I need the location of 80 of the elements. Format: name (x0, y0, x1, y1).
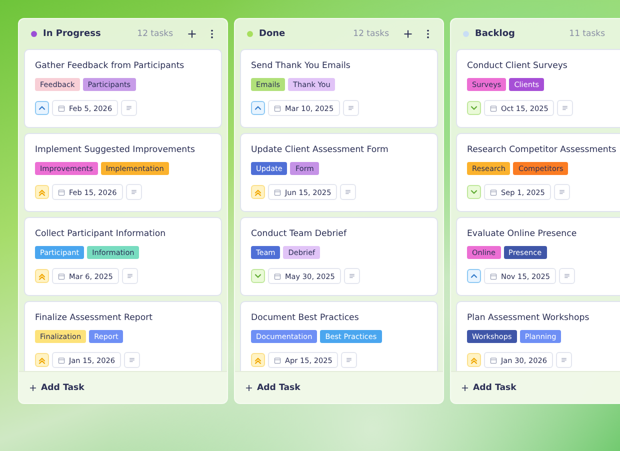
priority-button[interactable] (467, 269, 481, 283)
calendar-icon (58, 356, 65, 364)
description-button[interactable] (340, 184, 356, 200)
description-button[interactable] (559, 268, 576, 284)
description-button[interactable] (557, 100, 574, 116)
task-title: Update Client Assessment Form (251, 144, 390, 156)
task-title: Plan Assessment Workshops (467, 312, 590, 324)
lines-icon (130, 188, 138, 196)
task-title: Conduct Client Surveys (467, 60, 568, 72)
priority-button[interactable] (467, 185, 481, 199)
calendar-icon (274, 188, 281, 196)
description-button[interactable] (126, 184, 142, 200)
task-title: Document Best Practices (251, 312, 360, 324)
calendar-icon (490, 356, 497, 364)
lines-icon (346, 104, 355, 112)
lines-icon (126, 272, 134, 280)
priority-button[interactable] (35, 353, 49, 367)
priority-button[interactable] (251, 353, 265, 367)
priority-button[interactable] (35, 101, 49, 115)
description-button[interactable] (554, 184, 570, 200)
priority-button[interactable] (467, 101, 481, 115)
task-title: Send Thank You Emails (251, 60, 352, 72)
task-title: Implement Suggested Improvements (35, 144, 196, 156)
double-chevron-up-icon (469, 355, 479, 365)
lines-icon (563, 272, 572, 280)
description-button[interactable] (344, 268, 360, 284)
double-chevron-up-icon (37, 355, 47, 365)
task-count: 11 tasks (569, 29, 605, 39)
lines-icon (128, 356, 136, 364)
description-button[interactable] (342, 100, 359, 116)
lines-icon (560, 356, 568, 364)
priority-button[interactable] (251, 185, 265, 199)
double-chevron-up-icon (37, 187, 47, 197)
description-button[interactable] (556, 352, 572, 368)
column-title: Backlog (475, 29, 516, 39)
priority-button[interactable] (251, 101, 265, 115)
lines-icon (125, 104, 134, 112)
double-chevron-up-icon (253, 355, 263, 365)
calendar-icon (58, 188, 65, 196)
priority-button[interactable] (467, 353, 481, 367)
calendar-icon (58, 272, 65, 280)
task-title: Evaluate Online Presence (467, 228, 578, 240)
double-chevron-up-icon (253, 187, 263, 197)
task-title: Gather Feedback from Participants (35, 60, 186, 72)
add-task-button[interactable]: Add Task (19, 371, 227, 403)
task-title: Collect Participant Information (35, 228, 167, 240)
description-button[interactable] (121, 100, 138, 116)
task-count: 12 tasks (353, 29, 389, 39)
plus-icon (245, 384, 253, 392)
lines-icon (345, 356, 354, 364)
calendar-icon (490, 272, 497, 280)
plus-icon (461, 384, 469, 392)
calendar-icon (58, 104, 65, 112)
task-title: Finalize Assessment Report (35, 312, 154, 324)
calendar-icon (274, 356, 281, 364)
lines-icon (561, 104, 570, 112)
calendar-icon (274, 104, 281, 112)
description-button[interactable] (124, 352, 140, 368)
plus-icon[interactable] (403, 29, 413, 39)
description-button[interactable] (122, 268, 138, 284)
lines-icon (558, 188, 566, 196)
plus-icon[interactable] (187, 29, 197, 39)
calendar-icon (490, 104, 497, 112)
priority-button[interactable] (251, 269, 265, 283)
description-button[interactable] (341, 352, 358, 368)
lines-icon (348, 272, 356, 280)
plus-icon (29, 384, 37, 392)
calendar-icon (274, 272, 281, 280)
double-chevron-up-icon (37, 271, 47, 281)
task-count: 12 tasks (137, 29, 173, 39)
add-task-button[interactable]: Add Task (451, 371, 620, 403)
calendar-icon (490, 188, 497, 196)
add-task-button[interactable]: Add Task (235, 371, 443, 403)
priority-button[interactable] (35, 269, 49, 283)
task-title: Conduct Team Debrief (251, 228, 348, 240)
column-title: In Progress (43, 29, 102, 39)
task-title: Research Competitor Assessments (467, 144, 618, 156)
priority-button[interactable] (35, 185, 49, 199)
column-title: Done (259, 29, 286, 39)
lines-icon (344, 188, 352, 196)
